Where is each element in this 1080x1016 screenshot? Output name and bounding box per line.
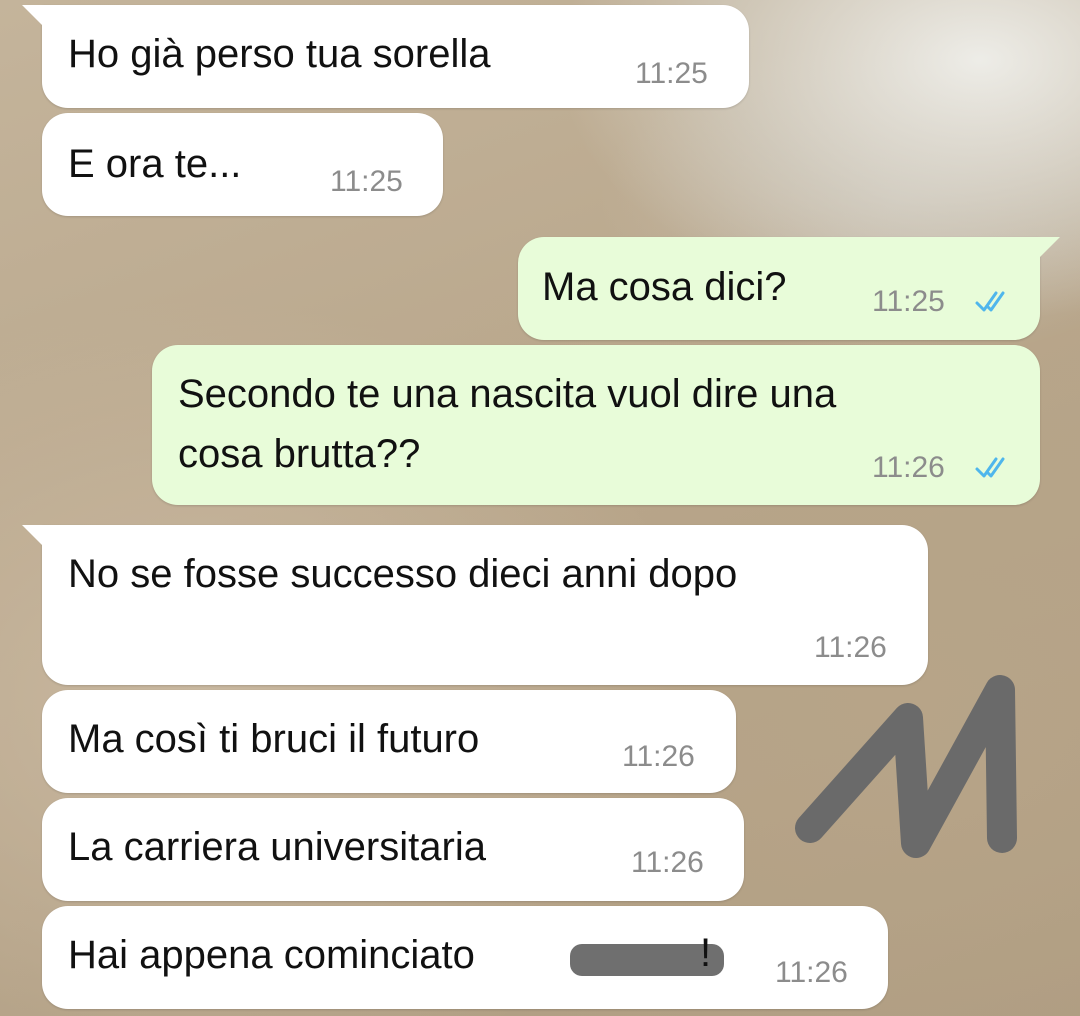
message-time: 11:25 bbox=[872, 285, 945, 318]
message-text: Hai appena cominciato bbox=[68, 933, 475, 977]
outgoing-message-bubble[interactable]: Secondo te una nascita vuol dire una cos… bbox=[152, 345, 1040, 505]
message-text: La carriera universitaria bbox=[68, 825, 486, 869]
message-text-line-2: cosa brutta?? bbox=[178, 432, 421, 476]
incoming-message-bubble[interactable]: E ora te... 11:25 bbox=[42, 113, 443, 216]
message-time: 11:26 bbox=[814, 631, 887, 664]
message-text: Ma cosa dici? bbox=[542, 265, 787, 309]
message-text: No se fosse successo dieci anni dopo bbox=[68, 552, 738, 596]
message-text-line-1: Secondo te una nascita vuol dire una bbox=[178, 372, 837, 416]
incoming-message-bubble[interactable]: Ma così ti bruci il futuro 11:26 bbox=[42, 690, 736, 793]
incoming-message-bubble[interactable]: La carriera universitaria 11:26 bbox=[42, 798, 744, 901]
message-time: 11:25 bbox=[635, 57, 708, 90]
read-double-check-icon bbox=[975, 291, 1005, 312]
outgoing-message-bubble[interactable]: Ma cosa dici? 11:25 bbox=[518, 237, 1060, 340]
message-text: E ora te... bbox=[68, 142, 242, 186]
incoming-message-bubble[interactable]: Hai appena cominciato ! 11:26 bbox=[42, 906, 888, 1009]
message-text-end: ! bbox=[700, 931, 712, 975]
message-time: 11:26 bbox=[872, 451, 945, 484]
read-double-check-icon bbox=[975, 457, 1005, 478]
scribble-mark bbox=[795, 675, 1017, 858]
message-time: 11:26 bbox=[631, 846, 704, 879]
message-time: 11:25 bbox=[330, 165, 403, 198]
message-time: 11:26 bbox=[622, 740, 695, 773]
incoming-message-bubble[interactable]: No se fosse successo dieci anni dopo 11:… bbox=[22, 525, 928, 685]
message-text: Ho già perso tua sorella bbox=[68, 32, 491, 76]
message-time: 11:26 bbox=[775, 956, 848, 989]
incoming-message-bubble[interactable]: Ho già perso tua sorella 11:25 bbox=[22, 5, 749, 108]
message-text: Ma così ti bruci il futuro bbox=[68, 717, 480, 761]
